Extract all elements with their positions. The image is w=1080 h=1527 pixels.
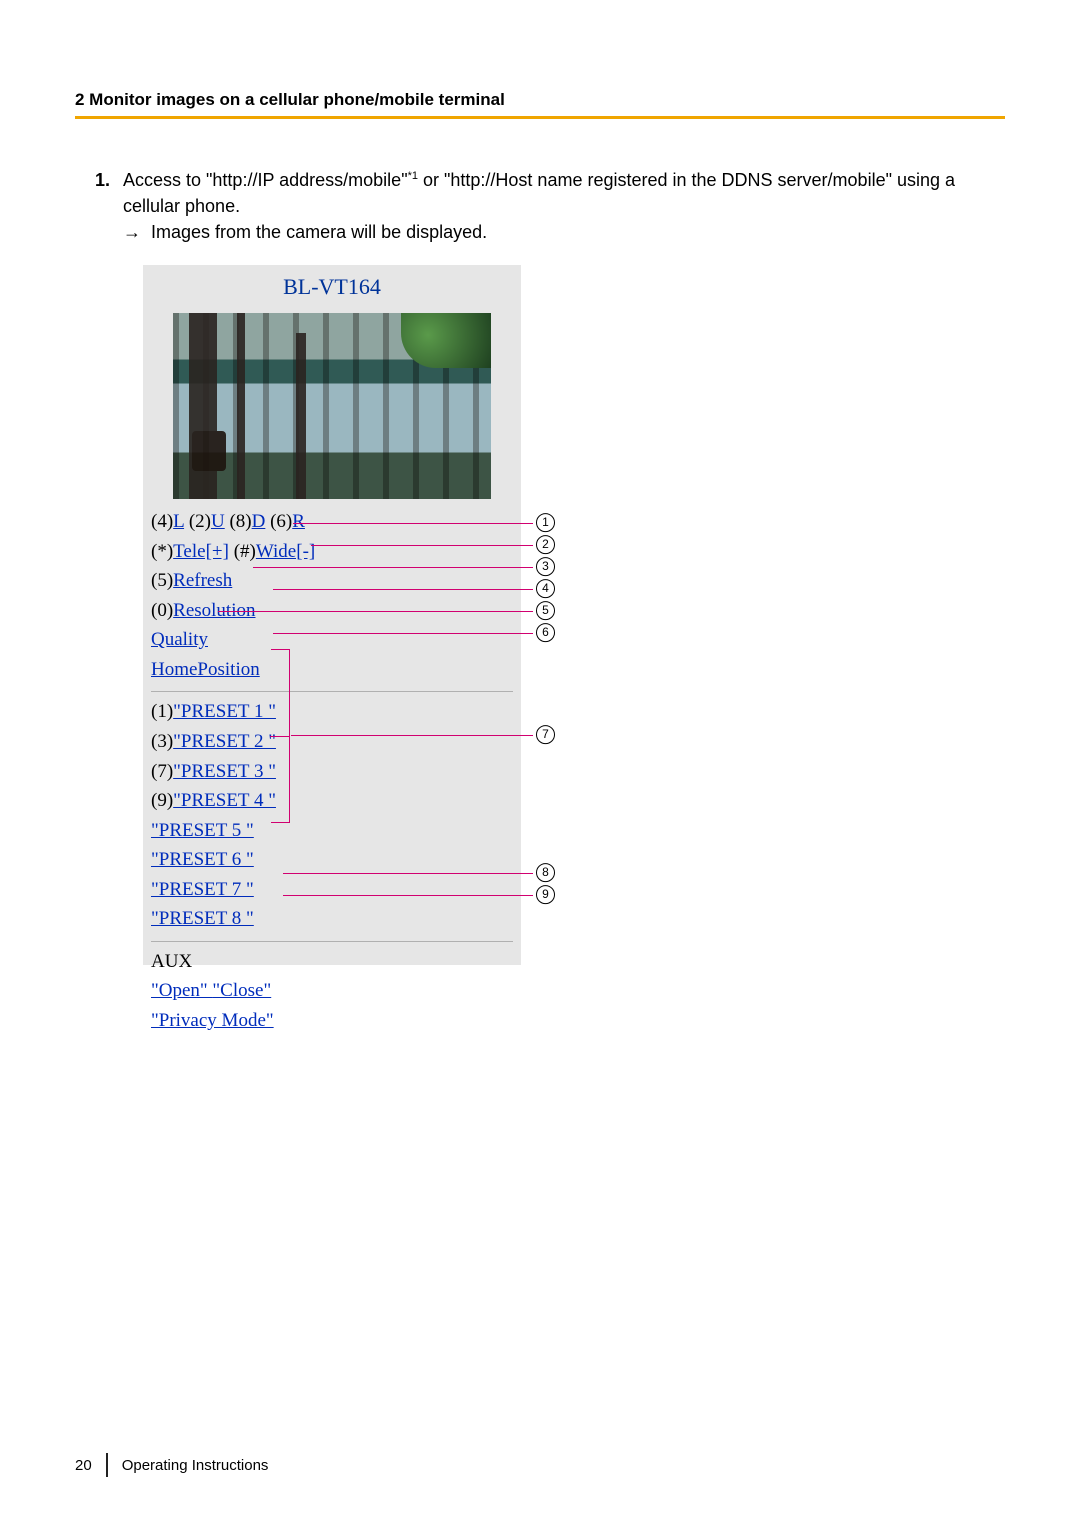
body-text: 1. Access to "http://IP address/mobile"*… <box>95 167 1005 965</box>
preset-5-link[interactable]: "PRESET 5 " <box>151 820 254 841</box>
section-heading: 2 Monitor images on a cellular phone/mob… <box>75 90 1005 119</box>
aux-row: "Open" "Close" <box>151 977 513 1005</box>
step-number: 1. <box>95 167 123 219</box>
preset-1-link[interactable]: "PRESET 1 " <box>173 701 276 722</box>
step-text: Access to "http://IP address/mobile"*1 o… <box>123 167 1005 219</box>
privacy-mode-link[interactable]: "Privacy Mode" <box>151 1010 274 1031</box>
key-6: (6) <box>265 511 292 532</box>
key-4: (4) <box>151 511 173 532</box>
preset-key: (7) <box>151 761 173 782</box>
preset-key: (9) <box>151 790 173 811</box>
key-star: (*) <box>151 541 173 562</box>
separator <box>151 941 513 942</box>
step-result: → Images from the camera will be display… <box>123 219 1005 245</box>
key-5: (5) <box>151 570 173 591</box>
callout-2: 2 <box>311 535 533 555</box>
callout-4: 4 <box>273 579 533 599</box>
key-8: (8) <box>225 511 252 532</box>
tele-link[interactable]: Tele[+] <box>173 541 229 562</box>
preset-key: (3) <box>151 731 173 752</box>
step-text-part-a: Access to "http://IP address/mobile" <box>123 170 408 190</box>
footnote-marker: *1 <box>408 170 418 182</box>
preset-6-link[interactable]: "PRESET 6 " <box>151 849 254 870</box>
preset-1-row: (1)"PRESET 1 " <box>151 698 513 726</box>
footer-divider <box>106 1453 108 1477</box>
callout-9: 9 <box>283 885 533 905</box>
arrow-icon: → <box>123 222 141 242</box>
figure: BL-VT164 (4)L (2)U (8)D (6)R (*)Tele[+] … <box>143 265 643 965</box>
preset-3-row: (7)"PRESET 3 " <box>151 758 513 786</box>
preset-5-row: "PRESET 5 " <box>151 817 513 845</box>
home-row: HomePosition <box>151 656 513 684</box>
preset-8-link[interactable]: "PRESET 8 " <box>151 908 254 929</box>
callout-number: 7 <box>536 725 555 744</box>
callout-number: 2 <box>536 535 555 554</box>
tilt-up-link[interactable]: U <box>211 511 225 532</box>
preset-2-link[interactable]: "PRESET 2 " <box>173 731 276 752</box>
preset-4-row: (9)"PRESET 4 " <box>151 787 513 815</box>
callout-1: 1 <box>293 513 533 533</box>
callout-number: 1 <box>536 513 555 532</box>
callout-number: 6 <box>536 623 555 642</box>
tilt-down-link[interactable]: D <box>252 511 266 532</box>
key-0: (0) <box>151 600 173 621</box>
camera-image <box>173 313 491 499</box>
step-result-text: Images from the camera will be displayed… <box>151 222 487 242</box>
document-page: 2 Monitor images on a cellular phone/mob… <box>0 0 1080 1527</box>
home-position-link[interactable]: HomePosition <box>151 659 260 680</box>
page-footer: 20 Operating Instructions <box>75 1453 268 1477</box>
callout-number: 9 <box>536 885 555 904</box>
separator <box>151 691 513 692</box>
callout-number: 8 <box>536 863 555 882</box>
step-1: 1. Access to "http://IP address/mobile"*… <box>95 167 1005 219</box>
callout-7: 7 <box>291 725 533 745</box>
aux-label: AUX <box>151 948 513 976</box>
aux-open-link[interactable]: "Open" <box>151 980 212 1001</box>
preset-4-link[interactable]: "PRESET 4 " <box>173 790 276 811</box>
key-hash: (#) <box>229 541 256 562</box>
key-2: (2) <box>184 511 211 532</box>
callout-number: 3 <box>536 557 555 576</box>
privacy-row: "Privacy Mode" <box>151 1007 513 1035</box>
refresh-link[interactable]: Refresh <box>173 570 232 591</box>
callout-3: 3 <box>253 557 533 577</box>
preset-8-row: "PRESET 8 " <box>151 905 513 933</box>
callout-number: 4 <box>536 579 555 598</box>
camera-model-title: BL-VT164 <box>143 265 521 309</box>
preset-3-link[interactable]: "PRESET 3 " <box>173 761 276 782</box>
pan-left-link[interactable]: L <box>173 511 184 532</box>
doc-title: Operating Instructions <box>122 1457 269 1474</box>
preset-key: (1) <box>151 701 173 722</box>
page-number: 20 <box>75 1457 92 1474</box>
quality-link[interactable]: Quality <box>151 629 208 650</box>
callout-5: 5 <box>218 601 533 621</box>
callout-8: 8 <box>283 863 533 883</box>
callout-6: 6 <box>273 623 533 643</box>
callout-number: 5 <box>536 601 555 620</box>
preset-7-link[interactable]: "PRESET 7 " <box>151 879 254 900</box>
aux-close-link[interactable]: "Close" <box>212 980 271 1001</box>
callout-7-bracket <box>271 649 290 823</box>
